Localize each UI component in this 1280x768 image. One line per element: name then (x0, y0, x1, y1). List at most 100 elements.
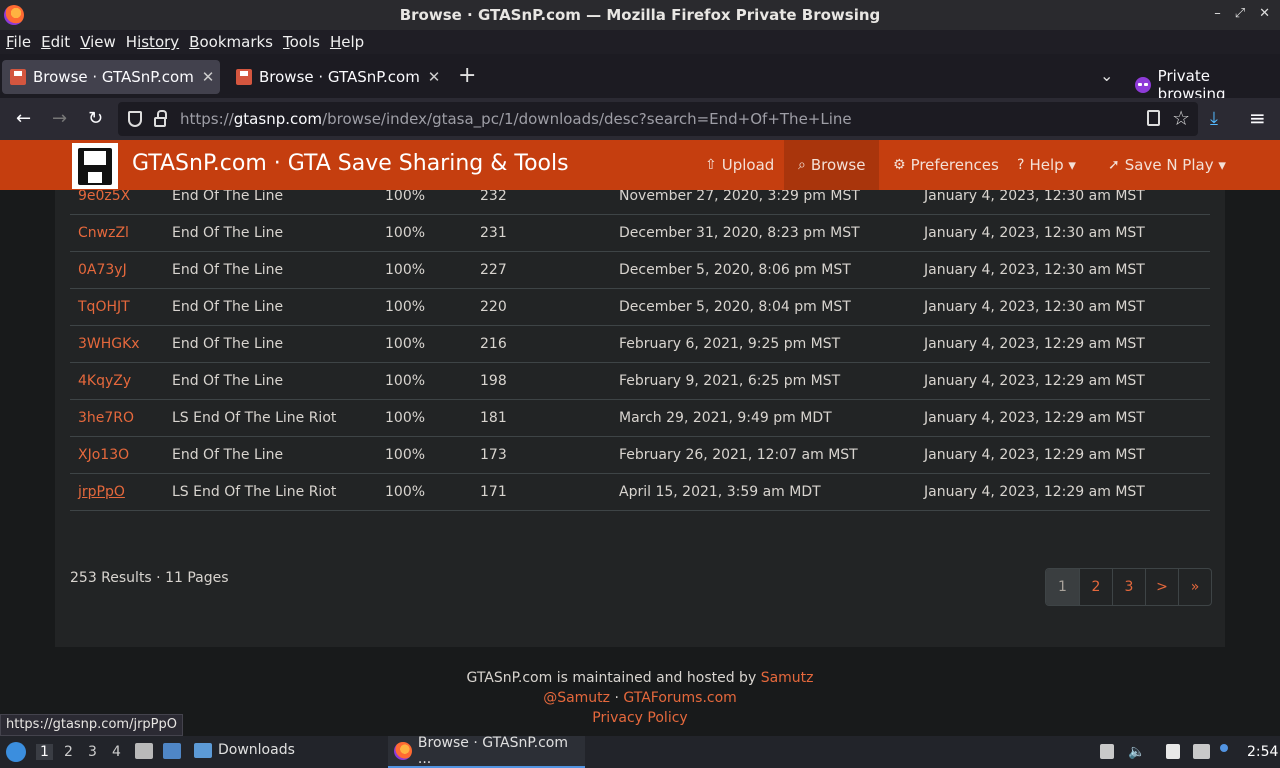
firefox-icon (394, 742, 412, 760)
minimize-button[interactable]: – (1214, 6, 1221, 21)
menu-file[interactable]: File (6, 33, 37, 51)
tab-browse-active[interactable]: Browse · GTASnP.com ✕ (2, 60, 220, 94)
open-menu-button[interactable]: ≡ (1249, 106, 1266, 130)
footer-maintainer-link[interactable]: Samutz (761, 670, 814, 686)
close-tab-button[interactable]: ✕ (422, 68, 446, 86)
search-icon: ⌕ (798, 157, 806, 173)
save-id-link[interactable]: 9e0z5X (78, 188, 130, 204)
site-logo-icon[interactable] (72, 143, 118, 189)
menu-history[interactable]: History (126, 33, 185, 51)
nav-save-n-play-label: Save N Play ▾ (1124, 156, 1226, 174)
page-3-button[interactable]: 3 (1112, 569, 1145, 605)
menu-view[interactable]: View (80, 33, 122, 51)
menu-tools[interactable]: Tools (283, 33, 326, 51)
workspace-4[interactable]: 4 (112, 744, 121, 760)
reload-button[interactable]: ↻ (88, 108, 103, 129)
tab-label: Browse · GTASnP.com (259, 68, 420, 86)
back-button[interactable]: ← (16, 108, 31, 129)
nav-browse-label: Browse (810, 156, 866, 174)
site-security-lock-icon[interactable] (154, 110, 167, 127)
table-row: TqOHJT End Of The Line 100% 220 December 5, … (70, 289, 1210, 326)
save-name: End Of The Line (172, 188, 284, 204)
nav-upload[interactable]: ⇧ Upload (705, 140, 774, 190)
page-2-button[interactable]: 2 (1079, 569, 1112, 605)
upload-date: December 31, 2020, 8:23 pm MST (619, 225, 860, 241)
menu-edit[interactable]: Edit (41, 33, 76, 51)
save-id-link[interactable]: XJo13O (78, 447, 129, 463)
taskbar-firefox-window[interactable]: Browse · GTASnP.com ... (388, 735, 585, 768)
nav-upload-label: Upload (721, 156, 775, 174)
desktop-launcher-icon[interactable] (163, 743, 181, 759)
download-count: 198 (480, 373, 507, 389)
workspace-2[interactable]: 2 (64, 744, 73, 760)
workspace-1[interactable]: 1 (36, 744, 53, 760)
table-row: 4KqyZy End Of The Line 100% 198 February 9, … (70, 363, 1210, 400)
url-text[interactable]: https://gtasnp.com/browse/index/gtasa_pc… (180, 110, 852, 128)
maximize-button[interactable]: ⤢ (1235, 6, 1245, 21)
notes-tray-icon[interactable] (1166, 744, 1180, 759)
upload-date: February 6, 2021, 9:25 pm MST (619, 336, 841, 352)
nav-help-label: Help ▾ (1029, 156, 1076, 174)
footer-separator: · (610, 690, 624, 706)
site-title[interactable]: GTASnP.com · GTA Save Sharing & Tools (132, 151, 569, 176)
created-date: January 4, 2023, 12:29 am MST (924, 484, 1145, 500)
file-manager-launcher-icon[interactable] (135, 743, 153, 759)
completion-percent: 100% (385, 410, 426, 426)
forward-button[interactable]: → (52, 108, 67, 129)
link-status-tooltip: https://gtasnp.com/jrpPpO (0, 714, 183, 736)
menu-bookmarks[interactable]: Bookmarks (189, 33, 279, 51)
save-name: LS End Of The Line Riot (172, 484, 337, 500)
download-count: 232 (480, 188, 507, 204)
save-id-link[interactable]: 3he7RO (78, 410, 134, 426)
footer-forums-link[interactable]: GTAForums.com (623, 690, 736, 706)
clipboard-tray-icon[interactable] (1100, 744, 1114, 759)
last-page-button[interactable]: » (1178, 569, 1211, 605)
upload-date: March 29, 2021, 9:49 pm MDT (619, 410, 832, 426)
nav-preferences[interactable]: ⚙ Preferences (893, 140, 999, 190)
completion-percent: 100% (385, 225, 426, 241)
save-id-link[interactable]: 4KqyZy (78, 373, 131, 389)
table-row: XJo13O End Of The Line 100% 173 February 26,… (70, 437, 1210, 474)
completion-percent: 100% (385, 262, 426, 278)
taskbar-downloads[interactable]: Downloads (194, 742, 295, 758)
tab-browse[interactable]: Browse · GTASnP.com ✕ (228, 60, 446, 94)
workspace-3[interactable]: 3 (88, 744, 97, 760)
close-window-button[interactable]: ✕ (1259, 6, 1270, 21)
footer-twitter-link[interactable]: @Samutz (543, 690, 610, 706)
save-name: LS End Of The Line Riot (172, 410, 337, 426)
downloads-button[interactable]: ⤓ (1210, 108, 1218, 129)
next-page-button[interactable]: > (1145, 569, 1178, 605)
bookmark-star-icon[interactable]: ☆ (1172, 106, 1190, 130)
download-count: 171 (480, 484, 507, 500)
volume-icon[interactable]: 🔈 (1128, 744, 1145, 760)
navigation-toolbar: ← → ↻ https://gtasnp.com/browse/index/gt… (0, 98, 1280, 140)
save-id-link[interactable]: TqOHJT (78, 299, 130, 315)
completion-percent: 100% (385, 373, 426, 389)
table-row: CnwzZl End Of The Line 100% 231 December 31,… (70, 215, 1210, 252)
nav-save-n-play[interactable]: ➚ Save N Play ▾ (1108, 140, 1226, 190)
menu-help[interactable]: Help (330, 33, 370, 51)
new-tab-button[interactable]: + (458, 63, 476, 88)
nav-preferences-label: Preferences (910, 156, 999, 174)
notification-icon[interactable] (1220, 744, 1228, 752)
save-id-link[interactable]: 3WHGKx (78, 336, 140, 352)
close-tab-button[interactable]: ✕ (196, 68, 220, 86)
nav-help[interactable]: ? Help ▾ (1017, 140, 1076, 190)
save-id-link[interactable]: 0A73yJ (78, 262, 127, 278)
reader-view-icon[interactable] (1147, 110, 1160, 126)
upload-date: February 9, 2021, 6:25 pm MST (619, 373, 841, 389)
list-all-tabs-button[interactable]: ⌄ (1100, 66, 1113, 85)
page-1-button[interactable]: 1 (1046, 569, 1079, 605)
footer-privacy-link[interactable]: Privacy Policy (592, 710, 687, 726)
table-row: 3WHGKx End Of The Line 100% 216 February 6, … (70, 326, 1210, 363)
start-menu-icon[interactable] (6, 742, 26, 762)
question-icon: ? (1017, 157, 1025, 173)
tracking-protection-shield-icon[interactable] (128, 111, 142, 127)
network-tray-icon[interactable] (1193, 744, 1210, 759)
save-id-link[interactable]: CnwzZl (78, 225, 129, 241)
save-id-link[interactable]: jrpPpO (78, 484, 125, 500)
window-titlebar: Browse · GTASnP.com — Mozilla Firefox Pr… (0, 0, 1280, 30)
upload-date: February 26, 2021, 12:07 am MST (619, 447, 858, 463)
nav-browse[interactable]: ⌕ Browse (784, 140, 880, 190)
url-bar[interactable]: https://gtasnp.com/browse/index/gtasa_pc… (118, 102, 1198, 136)
